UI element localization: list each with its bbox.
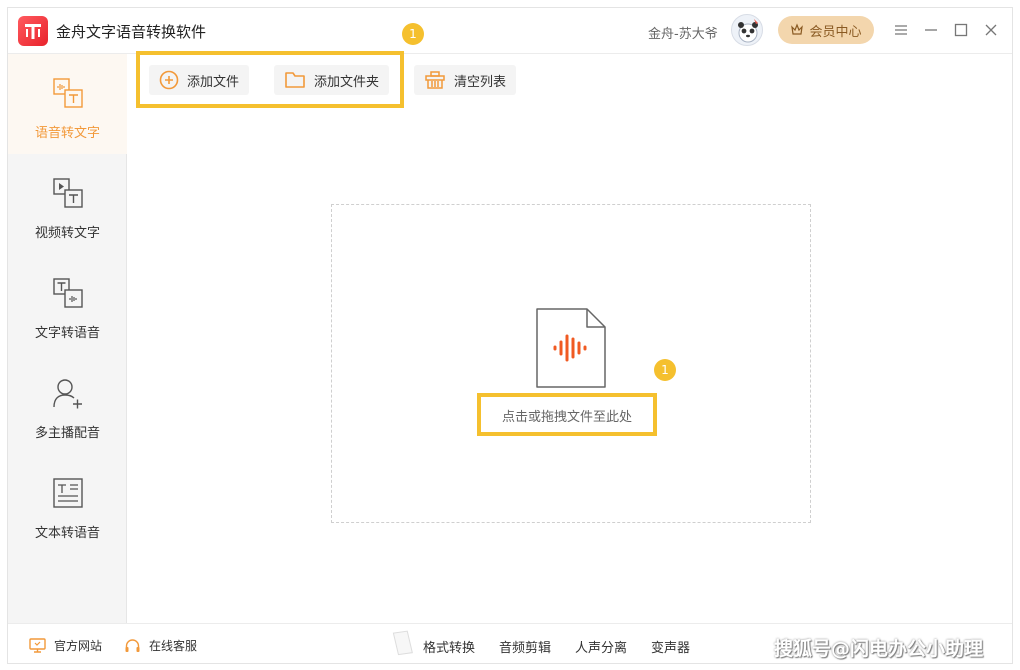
- audio-file-icon: [536, 308, 606, 388]
- app-window: 金舟文字语音转换软件 金舟-苏大爷 会员中心 语音转文字 视频转文字 文字转语音…: [7, 7, 1013, 664]
- headset-icon: [125, 638, 140, 652]
- drop-hint: 点击或拖拽文件至此处: [502, 410, 633, 425]
- footer: 官方网站 在线客服 格式转换 音频剪辑 人声分离 变声器 搜狐号@闪电办公小助理: [8, 623, 1012, 663]
- vip-center-button[interactable]: 会员中心: [778, 16, 874, 44]
- user-add-icon: [52, 379, 82, 409]
- format-convert-link[interactable]: 格式转换: [423, 637, 475, 656]
- sidebar-item-text-to-speech[interactable]: 文字转语音: [8, 254, 127, 354]
- page-icon: [392, 630, 413, 656]
- sidebar-item-label: 文字转语音: [34, 326, 100, 341]
- maximize-icon[interactable]: [950, 19, 972, 41]
- clear-list-label: 清空列表: [454, 74, 507, 90]
- minimize-icon[interactable]: [920, 19, 942, 41]
- app-title: 金舟文字语音转换软件: [56, 23, 207, 41]
- sidebar-item-label: 文本转语音: [34, 526, 100, 541]
- clear-list-button[interactable]: 清空列表: [414, 65, 517, 95]
- username: 金舟-苏大爷: [648, 27, 718, 42]
- file-drop-zone[interactable]: 点击或拖拽文件至此处: [331, 204, 811, 523]
- text-to-speech-icon: [52, 278, 83, 308]
- add-folder-button[interactable]: 添加文件夹: [274, 65, 390, 95]
- sidebar: 语音转文字 视频转文字 文字转语音 多主播配音 文本转语音: [8, 54, 127, 623]
- add-file-label: 添加文件: [187, 74, 240, 90]
- basket-icon: [425, 71, 445, 89]
- official-website-link[interactable]: 官方网站: [29, 637, 102, 654]
- official-website-label: 官方网站: [54, 639, 103, 653]
- monitor-icon: [29, 638, 46, 653]
- plus-circle-icon: [159, 70, 179, 90]
- vocal-separation-link[interactable]: 人声分离: [575, 637, 627, 656]
- close-icon[interactable]: [980, 19, 1002, 41]
- folder-icon: [285, 72, 305, 88]
- menu-icon[interactable]: [890, 19, 912, 41]
- online-support-label: 在线客服: [149, 639, 198, 653]
- online-support-link[interactable]: 在线客服: [124, 637, 197, 654]
- speech-to-text-icon: [52, 78, 83, 108]
- vip-label: 会员中心: [809, 24, 862, 40]
- sidebar-item-label: 视频转文字: [34, 226, 100, 241]
- crown-icon: [791, 23, 804, 35]
- video-to-text-icon: [52, 178, 83, 208]
- audio-edit-link[interactable]: 音频剪辑: [499, 637, 551, 656]
- annotation-badge: 1: [654, 359, 676, 381]
- sidebar-item-doc-to-speech[interactable]: 文本转语音: [8, 454, 127, 554]
- annotation-badge: 1: [402, 23, 424, 45]
- sidebar-item-label: 语音转文字: [34, 126, 100, 141]
- title-bar: 金舟文字语音转换软件 金舟-苏大爷 会员中心: [8, 8, 1012, 54]
- app-logo-icon: [18, 16, 48, 46]
- sidebar-item-label: 多主播配音: [34, 426, 100, 441]
- add-folder-label: 添加文件夹: [314, 74, 380, 90]
- sidebar-item-video-to-text[interactable]: 视频转文字: [8, 154, 127, 254]
- sidebar-item-multi-voice[interactable]: 多主播配音: [8, 354, 127, 454]
- add-file-button[interactable]: 添加文件: [149, 65, 250, 95]
- document-text-icon: [52, 478, 83, 508]
- voice-changer-link[interactable]: 变声器: [651, 637, 690, 656]
- avatar[interactable]: [731, 14, 763, 46]
- sidebar-item-speech-to-text[interactable]: 语音转文字: [8, 54, 127, 154]
- watermark: 搜狐号@闪电办公小助理: [774, 638, 984, 660]
